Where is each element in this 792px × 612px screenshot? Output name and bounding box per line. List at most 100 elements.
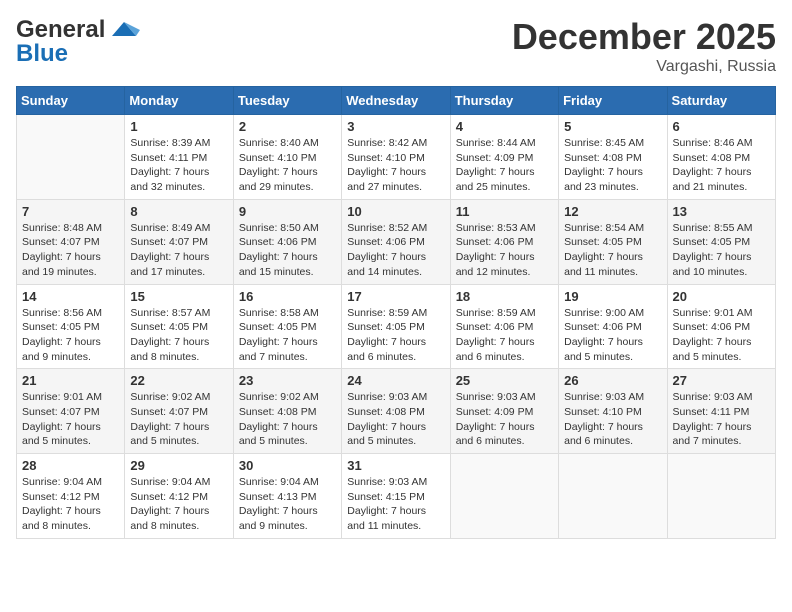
- day-number: 8: [130, 204, 227, 219]
- calendar-day-cell: 6 Sunrise: 8:46 AMSunset: 4:08 PMDaylight…: [667, 115, 775, 200]
- day-number: 7: [22, 204, 119, 219]
- day-detail: Sunrise: 8:49 AMSunset: 4:07 PMDaylight:…: [130, 221, 227, 280]
- calendar-day-cell: 26Sunrise: 9:03 AMSunset: 4:10 PMDayligh…: [559, 369, 667, 454]
- day-number: 21: [22, 373, 119, 388]
- day-detail: Sunrise: 8:45 AMSunset: 4:08 PMDaylight:…: [564, 136, 661, 195]
- calendar-day-cell: 25 Sunrise: 9:03 AMSunset: 4:09 PMDayligh…: [450, 369, 558, 454]
- day-detail: Sunrise: 8:42 AMSunset: 4:10 PMDaylight:…: [347, 136, 444, 195]
- day-number: 9: [239, 204, 336, 219]
- calendar-day-cell: 31 Sunrise: 9:03 AMSunset: 4:15 PMDayligh…: [342, 454, 450, 539]
- day-number: 12: [564, 204, 661, 219]
- day-detail: Sunrise: 9:02 AMSunset: 4:08 PMDaylight:…: [239, 390, 336, 449]
- day-number: 31: [347, 458, 444, 473]
- logo-icon: [108, 18, 140, 40]
- day-detail: Sunrise: 9:03 AMSunset: 4:08 PMDaylight:…: [347, 390, 444, 449]
- calendar-day-cell: 22Sunrise: 9:02 AMSunset: 4:07 PMDayligh…: [125, 369, 233, 454]
- day-detail: Sunrise: 9:04 AMSunset: 4:13 PMDaylight:…: [239, 475, 336, 534]
- weekday-header: Tuesday: [233, 87, 341, 115]
- day-detail: Sunrise: 9:01 AMSunset: 4:06 PMDaylight:…: [673, 306, 770, 365]
- calendar-day-cell: 23 Sunrise: 9:02 AMSunset: 4:08 PMDayligh…: [233, 369, 341, 454]
- calendar-day-cell: 9 Sunrise: 8:50 AMSunset: 4:06 PMDaylight…: [233, 199, 341, 284]
- calendar-day-cell: 4Sunrise: 8:44 AMSunset: 4:09 PMDaylight…: [450, 115, 558, 200]
- calendar-day-cell: 8 Sunrise: 8:49 AMSunset: 4:07 PMDaylight…: [125, 199, 233, 284]
- day-detail: Sunrise: 9:03 AMSunset: 4:09 PMDaylight:…: [456, 390, 553, 449]
- day-detail: Sunrise: 8:59 AMSunset: 4:06 PMDaylight:…: [456, 306, 553, 365]
- day-number: 2: [239, 119, 336, 134]
- day-detail: Sunrise: 8:53 AMSunset: 4:06 PMDaylight:…: [456, 221, 553, 280]
- weekday-header: Sunday: [17, 87, 125, 115]
- day-number: 23: [239, 373, 336, 388]
- day-detail: Sunrise: 8:46 AMSunset: 4:08 PMDaylight:…: [673, 136, 770, 195]
- calendar-day-cell: 16Sunrise: 8:58 AMSunset: 4:05 PMDayligh…: [233, 284, 341, 369]
- weekday-header: Saturday: [667, 87, 775, 115]
- day-number: 28: [22, 458, 119, 473]
- day-number: 1: [130, 119, 227, 134]
- day-detail: Sunrise: 8:44 AMSunset: 4:09 PMDaylight:…: [456, 136, 553, 195]
- month-title: December 2025: [512, 16, 776, 58]
- day-number: 19: [564, 289, 661, 304]
- day-number: 29: [130, 458, 227, 473]
- day-detail: Sunrise: 9:01 AMSunset: 4:07 PMDaylight:…: [22, 390, 119, 449]
- calendar-day-cell: 19Sunrise: 9:00 AMSunset: 4:06 PMDayligh…: [559, 284, 667, 369]
- calendar-day-cell: 17Sunrise: 8:59 AMSunset: 4:05 PMDayligh…: [342, 284, 450, 369]
- calendar-day-cell: [559, 454, 667, 539]
- page-header: General Blue December 2025 Vargashi, Rus…: [16, 16, 776, 76]
- day-detail: Sunrise: 8:40 AMSunset: 4:10 PMDaylight:…: [239, 136, 336, 195]
- weekday-header: Wednesday: [342, 87, 450, 115]
- day-number: 17: [347, 289, 444, 304]
- calendar-day-cell: 27 Sunrise: 9:03 AMSunset: 4:11 PMDayligh…: [667, 369, 775, 454]
- day-detail: Sunrise: 8:56 AMSunset: 4:05 PMDaylight:…: [22, 306, 119, 365]
- calendar-day-cell: 5 Sunrise: 8:45 AMSunset: 4:08 PMDaylight…: [559, 115, 667, 200]
- calendar-day-cell: 14 Sunrise: 8:56 AMSunset: 4:05 PMDayligh…: [17, 284, 125, 369]
- calendar-day-cell: 3 Sunrise: 8:42 AMSunset: 4:10 PMDaylight…: [342, 115, 450, 200]
- day-detail: Sunrise: 9:04 AMSunset: 4:12 PMDaylight:…: [130, 475, 227, 534]
- day-number: 6: [673, 119, 770, 134]
- day-number: 25: [456, 373, 553, 388]
- calendar-day-cell: 10Sunrise: 8:52 AMSunset: 4:06 PMDayligh…: [342, 199, 450, 284]
- day-detail: Sunrise: 9:03 AMSunset: 4:11 PMDaylight:…: [673, 390, 770, 449]
- calendar-day-cell: 18 Sunrise: 8:59 AMSunset: 4:06 PMDayligh…: [450, 284, 558, 369]
- day-detail: Sunrise: 8:50 AMSunset: 4:06 PMDaylight:…: [239, 221, 336, 280]
- calendar-day-cell: 11 Sunrise: 8:53 AMSunset: 4:06 PMDayligh…: [450, 199, 558, 284]
- day-number: 3: [347, 119, 444, 134]
- calendar-day-cell: 7 Sunrise: 8:48 AMSunset: 4:07 PMDaylight…: [17, 199, 125, 284]
- day-detail: Sunrise: 8:54 AMSunset: 4:05 PMDaylight:…: [564, 221, 661, 280]
- logo: General Blue: [16, 16, 140, 68]
- day-number: 30: [239, 458, 336, 473]
- day-number: 26: [564, 373, 661, 388]
- calendar-day-cell: 30 Sunrise: 9:04 AMSunset: 4:13 PMDayligh…: [233, 454, 341, 539]
- calendar-table: SundayMondayTuesdayWednesdayThursdayFrid…: [16, 86, 776, 539]
- calendar-day-cell: 29 Sunrise: 9:04 AMSunset: 4:12 PMDayligh…: [125, 454, 233, 539]
- calendar-day-cell: 21 Sunrise: 9:01 AMSunset: 4:07 PMDayligh…: [17, 369, 125, 454]
- day-number: 5: [564, 119, 661, 134]
- weekday-header-row: SundayMondayTuesdayWednesdayThursdayFrid…: [17, 87, 776, 115]
- weekday-header: Monday: [125, 87, 233, 115]
- calendar-day-cell: 13Sunrise: 8:55 AMSunset: 4:05 PMDayligh…: [667, 199, 775, 284]
- day-number: 15: [130, 289, 227, 304]
- calendar-week-row: 7 Sunrise: 8:48 AMSunset: 4:07 PMDaylight…: [17, 199, 776, 284]
- calendar-week-row: 28 Sunrise: 9:04 AMSunset: 4:12 PMDayligh…: [17, 454, 776, 539]
- calendar-week-row: 21 Sunrise: 9:01 AMSunset: 4:07 PMDayligh…: [17, 369, 776, 454]
- calendar-week-row: 14 Sunrise: 8:56 AMSunset: 4:05 PMDayligh…: [17, 284, 776, 369]
- day-detail: Sunrise: 8:48 AMSunset: 4:07 PMDaylight:…: [22, 221, 119, 280]
- calendar-day-cell: 2 Sunrise: 8:40 AMSunset: 4:10 PMDaylight…: [233, 115, 341, 200]
- day-detail: Sunrise: 9:04 AMSunset: 4:12 PMDaylight:…: [22, 475, 119, 534]
- calendar-day-cell: 1Sunrise: 8:39 AMSunset: 4:11 PMDaylight…: [125, 115, 233, 200]
- calendar-week-row: 1Sunrise: 8:39 AMSunset: 4:11 PMDaylight…: [17, 115, 776, 200]
- day-number: 18: [456, 289, 553, 304]
- day-number: 27: [673, 373, 770, 388]
- calendar-day-cell: 20 Sunrise: 9:01 AMSunset: 4:06 PMDayligh…: [667, 284, 775, 369]
- day-detail: Sunrise: 8:52 AMSunset: 4:06 PMDaylight:…: [347, 221, 444, 280]
- weekday-header: Thursday: [450, 87, 558, 115]
- calendar-day-cell: 12 Sunrise: 8:54 AMSunset: 4:05 PMDayligh…: [559, 199, 667, 284]
- day-number: 20: [673, 289, 770, 304]
- calendar-day-cell: [450, 454, 558, 539]
- day-detail: Sunrise: 8:57 AMSunset: 4:05 PMDaylight:…: [130, 306, 227, 365]
- day-detail: Sunrise: 8:55 AMSunset: 4:05 PMDaylight:…: [673, 221, 770, 280]
- day-detail: Sunrise: 9:02 AMSunset: 4:07 PMDaylight:…: [130, 390, 227, 449]
- calendar-day-cell: 28 Sunrise: 9:04 AMSunset: 4:12 PMDayligh…: [17, 454, 125, 539]
- day-number: 11: [456, 204, 553, 219]
- day-number: 14: [22, 289, 119, 304]
- day-detail: Sunrise: 9:03 AMSunset: 4:15 PMDaylight:…: [347, 475, 444, 534]
- calendar-day-cell: [17, 115, 125, 200]
